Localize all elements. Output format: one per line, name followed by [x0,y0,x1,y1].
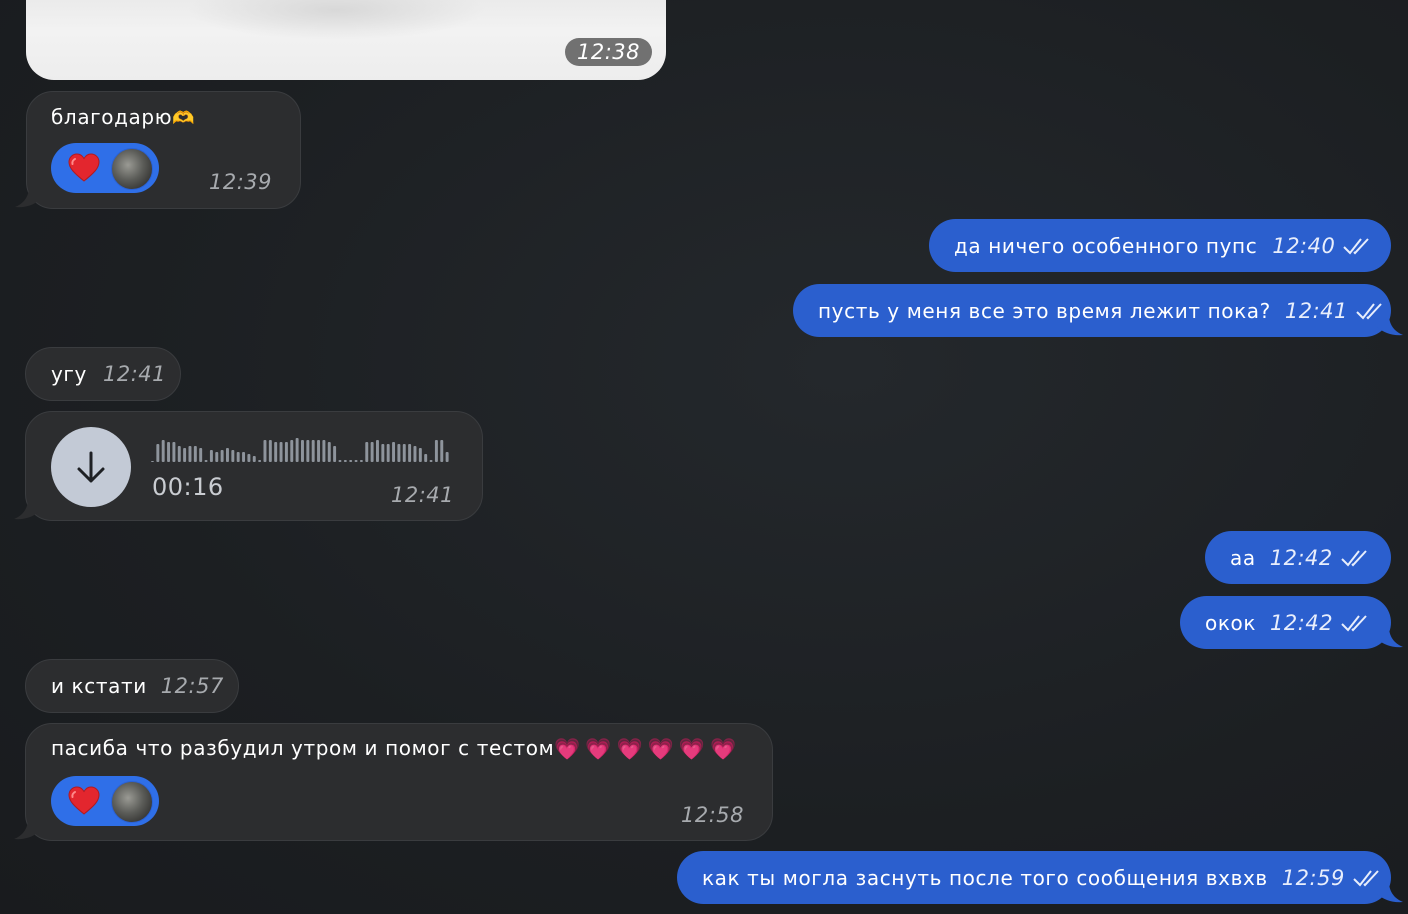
voice-duration: 00:16 [152,473,224,501]
heart-icon [68,786,100,815]
pink-hearts-emoji: 💗💗💗💗💗💗 [554,737,742,761]
heart-hands-emoji: 🫶 [172,108,196,129]
message-text: да ничего особенного пупс [954,233,1258,258]
incoming-message[interactable]: угу 12:41 [25,347,181,401]
message-time: 12:38 [564,38,652,66]
message-time: 12:41 [102,362,167,386]
message-time: 12:41 [390,483,454,507]
heart-icon [68,153,100,182]
outgoing-message[interactable]: окок 12:42 [1180,596,1403,649]
message-time: 12:58 [680,803,744,827]
reaction-pill[interactable] [51,143,159,193]
message-text: пасиба что разбудил утром и помог с тест… [51,736,555,760]
download-button[interactable] [51,427,131,507]
voice-message[interactable]: 00:16 12:41 [14,411,483,521]
download-arrow-icon [77,451,105,483]
bubble-tail [1377,315,1403,336]
double-check-icon [1343,237,1370,255]
incoming-message[interactable]: благодарю🫶 12:39 [15,91,301,209]
outgoing-message[interactable]: аа 12:42 [1205,531,1391,584]
outgoing-message[interactable]: как ты могла заснуть после того сообщени… [677,851,1403,904]
message-time: 12:59 [1281,865,1345,890]
reaction-pill[interactable] [51,776,159,826]
message-time: 12:42 [1269,545,1333,570]
bubble-tail [14,499,40,520]
message-text: аа [1230,545,1256,570]
bubble-tail [1377,627,1403,648]
message-text: благодарю [51,105,173,129]
photo-message[interactable]: 12:38 [26,0,666,80]
double-check-icon [1341,614,1367,632]
message-time: 12:42 [1270,610,1334,635]
bubble-tail [1377,882,1403,903]
bubble-tail [15,187,41,208]
chat-window: 12:38 благодарю🫶 12:39 да ничего особенн… [0,0,1408,914]
message-time: 12:39 [208,170,272,194]
message-time: 12:41 [1284,298,1348,323]
outgoing-message[interactable]: да ничего особенного пупс 12:40 [929,219,1391,272]
message-text: угу [51,362,87,386]
waveform [151,438,449,462]
double-check-icon [1341,549,1367,567]
message-time: 12:40 [1272,233,1336,258]
message-text: как ты могла заснуть после того сообщени… [702,865,1268,890]
incoming-message[interactable]: пасиба что разбудил утром и помог с тест… [14,723,773,841]
bubble-tail [14,819,40,840]
incoming-message[interactable]: и кстати 12:57 [25,659,239,713]
message-text: пусть у меня все это время лежит пока? [818,298,1271,323]
photo-blur [186,0,486,40]
message-text: окок [1205,610,1257,635]
outgoing-message[interactable]: пусть у меня все это время лежит пока? 1… [793,284,1403,337]
avatar [111,148,153,190]
message-text: и кстати [51,674,147,698]
message-time: 12:57 [160,674,224,698]
avatar [111,781,153,823]
